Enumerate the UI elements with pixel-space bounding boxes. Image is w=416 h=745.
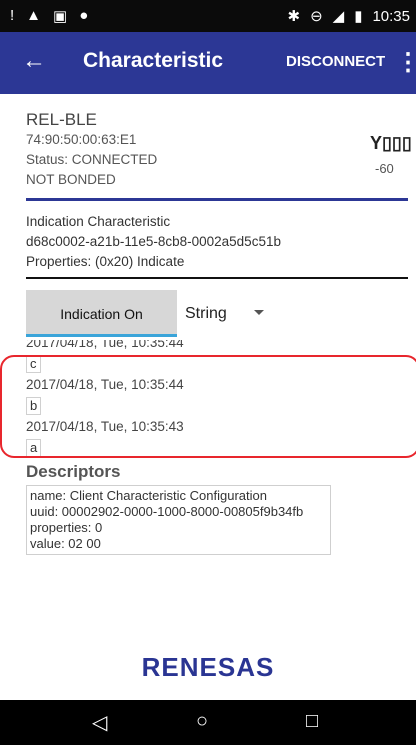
back-arrow-icon[interactable]: ← [22, 47, 46, 75]
alert-icon: ! [10, 7, 15, 24]
device-bond-state: NOT BONDED [26, 172, 116, 187]
device-info: REL-BLE 74:90:50:00:63:E1 Status: CONNEC… [26, 110, 157, 190]
descriptor-box[interactable]: name: Client Characteristic Configuratio… [26, 485, 331, 555]
indication-toggle-button[interactable]: Indication On [26, 290, 177, 337]
characteristic-uuid: d68c0002-a21b-11e5-8cb8-0002a5d5c51b [26, 234, 281, 249]
divider-blue [26, 198, 408, 201]
device-status: Status: CONNECTED [26, 152, 158, 167]
device-name: REL-BLE [26, 110, 97, 129]
minus-circle-icon: ⊖ [310, 8, 323, 25]
status-left-icons: ! ▲ ▣ ● [10, 7, 88, 25]
divider-black [26, 277, 408, 279]
nav-recents-icon[interactable]: □ [306, 710, 318, 733]
nav-back-icon[interactable]: ◁ [92, 710, 107, 735]
renesas-logo: RENESAS [141, 652, 275, 682]
chevron-down-icon[interactable] [254, 310, 264, 315]
descriptor-value: value: 02 00 [30, 536, 101, 551]
battery-icon: ▮ [354, 8, 363, 25]
status-bar: ! ▲ ▣ ● ✱ ⊖ ◢ ▮ 10:35 [0, 0, 416, 32]
descriptor-properties: properties: 0 [30, 520, 103, 535]
page-title: Characteristic [83, 49, 224, 72]
device-address: 74:90:50:00:63:E1 [26, 132, 137, 147]
signal-strength-icon: Y▯▯▯ [370, 133, 412, 153]
warning-icon: ▲ [26, 7, 42, 24]
characteristic-name: Indication Characteristic [26, 214, 171, 229]
bluetooth-icon: ✱ [287, 8, 301, 25]
characteristic-properties: Properties: (0x20) Indicate [26, 254, 185, 269]
rssi-value: -60 [375, 161, 394, 176]
clock: 10:35 [372, 7, 410, 25]
app-bar: ← Characteristic DISCONNECT ⋮ [0, 32, 416, 94]
disconnect-button[interactable]: DISCONNECT [286, 53, 385, 70]
status-right-icons: ✱ ⊖ ◢ ▮ 10:35 [287, 7, 410, 26]
button-indicator-line [26, 334, 177, 337]
overflow-menu-icon[interactable]: ⋮ [396, 48, 416, 77]
highlight-annotation [0, 355, 416, 458]
navigation-bar: ◁ ○ □ [0, 700, 416, 745]
descriptor-uuid: uuid: 00002902-0000-1000-8000-00805f9b34… [30, 504, 304, 519]
descriptors-title: Descriptors [26, 462, 121, 481]
signal-off-icon: ◢ [332, 8, 345, 25]
log-timestamp-partial: 2017/04/18, Tue, 10:35:44 [26, 340, 184, 350]
descriptor-name: name: Client Characteristic Configuratio… [30, 488, 267, 503]
nav-home-icon[interactable]: ○ [196, 710, 208, 733]
android-icon: ● [79, 7, 89, 24]
sim-icon: ▣ [53, 8, 68, 25]
characteristic-info: Indication Characteristic d68c0002-a21b-… [26, 212, 281, 272]
format-dropdown[interactable]: String [185, 305, 227, 323]
